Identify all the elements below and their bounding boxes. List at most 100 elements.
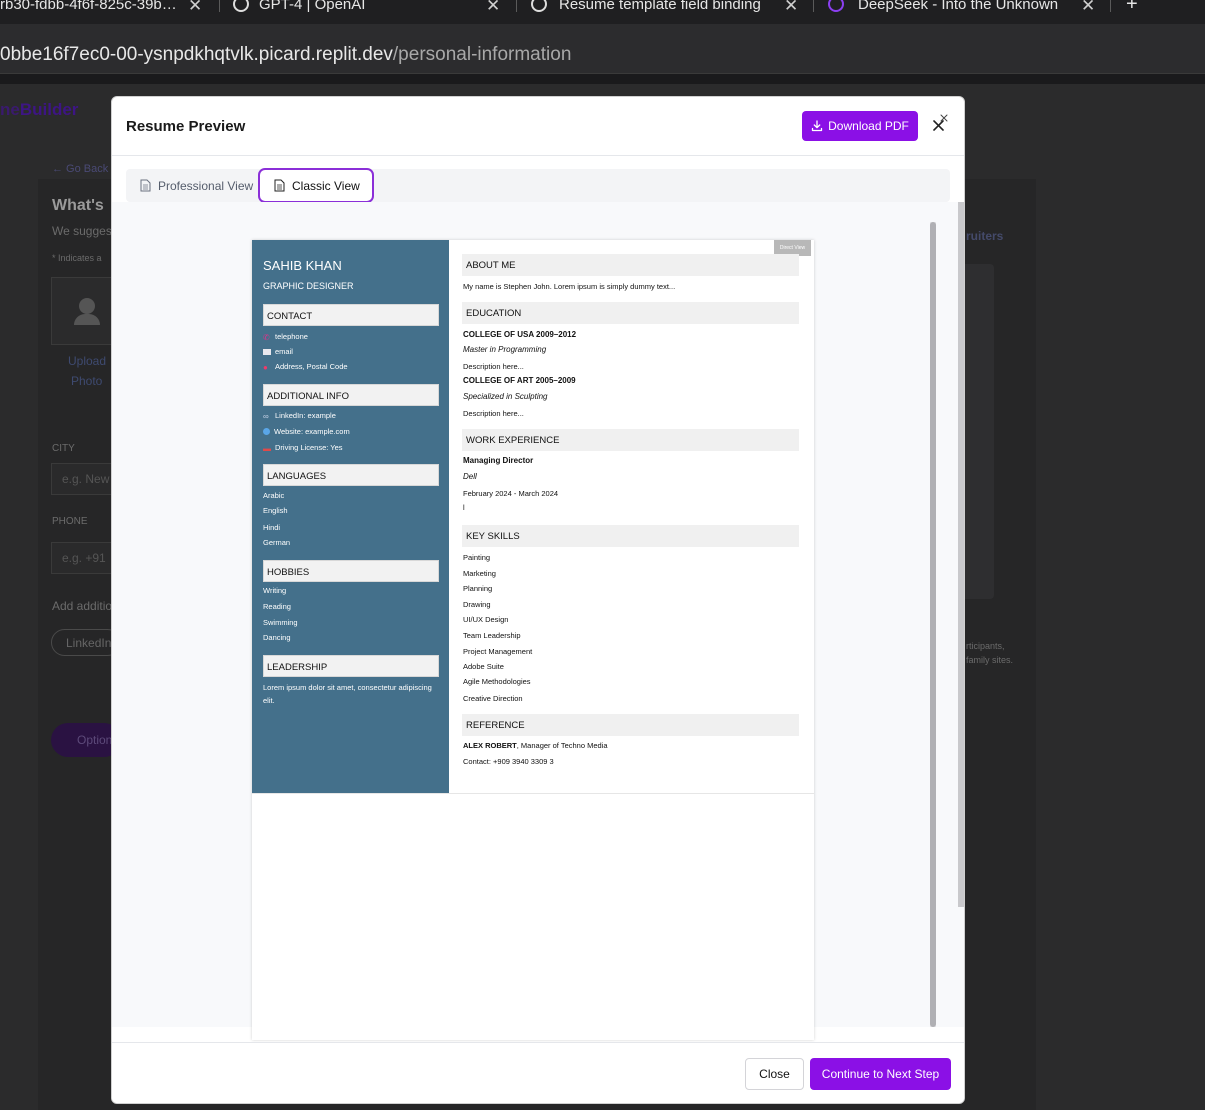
close-icon[interactable]: ✕ [784,0,798,16]
link-icon: ∞ [263,412,269,421]
skill-item: Project Management [463,647,533,656]
tab-title: GPT-4 | OpenAI [259,0,366,13]
close-icon[interactable]: ✕ [188,0,202,16]
reference-name: ALEX ROBERT [463,741,517,750]
languages-heading: LANGUAGES [263,464,439,486]
hobby-item: Swimming [263,618,298,627]
reference-line: ALEX ROBERT, Manager of Techno Media [463,741,608,750]
browser-tab-strip: rb30-fdbb-4f6f-825c-39b… ✕ GPT-4 | OpenA… [0,0,1205,24]
hobby-item: Reading [263,602,291,611]
scrollbar-thumb[interactable] [930,222,936,1027]
tab-title: DeepSeek - Into the Unknown [858,0,1059,13]
resume-preview-modal: Resume Preview Download PDF Professional… [111,96,965,1104]
deepseek-icon [828,0,844,12]
city-label: CITY [52,443,75,454]
upload-photo-link-line2[interactable]: Photo [71,374,102,388]
required-note: * Indicates a [52,253,102,263]
modal-header: Resume Preview Download PDF [112,97,964,156]
additional-item: ∞ LinkedIn: example [263,411,336,421]
resume-document: SAHIB KHAN GRAPHIC DESIGNER CONTACT ✆ tel… [252,240,814,1040]
about-heading: ABOUT ME [462,254,799,276]
openai-icon [233,0,249,12]
download-icon [811,120,823,132]
skill-item: Planning [463,584,493,593]
document-icon [274,179,285,192]
skill-item: Marketing [463,569,496,578]
education-degree: Master in Programming [463,345,547,354]
download-pdf-button[interactable]: Download PDF [802,111,918,141]
skill-item: Drawing [463,600,491,609]
leadership-heading: LEADERSHIP [263,655,439,677]
browser-tab[interactable]: rb30-fdbb-4f6f-825c-39b… ✕ [0,0,202,16]
mail-icon [263,348,271,355]
leadership-text: Lorem ipsum dolor sit amet, consectetur … [263,683,432,705]
education-description: Description here... [463,409,524,418]
modal-footer: Close Continue to Next Step [112,1042,964,1103]
browser-tab[interactable]: GPT-4 | OpenAI ✕ [233,0,500,16]
hobbies-heading: HOBBIES [263,560,439,582]
skill-item: Team Leadership [463,631,521,640]
reference-heading: REFERENCE [462,714,799,736]
education-degree: Specialized in Sculpting [463,392,548,401]
skill-item: UI/UX Design [463,615,509,624]
page-heading: What's [52,197,104,214]
address-bar[interactable]: 0bbe16f7ec0-00-ysnpdkhqtvlk.picard.repli… [0,24,1205,74]
reference-role: , Manager of Techno Media [516,741,608,750]
tab-classic-view[interactable]: Classic View [258,168,374,203]
skill-item: Creative Direction [463,694,523,703]
tab-professional-view[interactable]: Professional View [140,169,253,202]
hobby-item: Dancing [263,633,291,642]
contact-item: email [263,347,293,356]
language-item: English [263,506,288,515]
resume-job-title: GRAPHIC DESIGNER [263,281,354,291]
tab-separator [813,0,814,12]
education-heading: EDUCATION [462,302,799,324]
work-company: Dell [463,472,477,481]
modal-scrollbar[interactable] [958,202,964,907]
about-text: My name is Stephen John. Lorem ipsum is … [463,282,676,291]
go-back-link[interactable]: ← Go Back [52,163,108,175]
page-subtext: We sugges [52,224,112,238]
preview-scroll-area[interactable]: SAHIB KHAN GRAPHIC DESIGNER CONTACT ✆ tel… [112,202,964,1040]
close-icon[interactable]: ✕ [1081,0,1095,16]
upload-photo-link[interactable]: Upload [68,354,106,368]
skills-heading: KEY SKILLS [462,525,799,547]
contact-item: ● Address, Postal Code [263,362,348,372]
tab-title: rb30-fdbb-4f6f-825c-39b… [0,0,177,13]
work-dates: February 2024 - March 2024 [463,489,559,498]
reference-contact: Contact: +909 3940 3309 3 [463,757,554,766]
document-icon [140,179,151,192]
work-heading: WORK EXPERIENCE [462,429,799,451]
modal-close-button[interactable] [928,113,952,137]
skill-item: Agile Methodologies [463,677,531,686]
resume-divider [252,793,814,794]
view-tabs: Professional View Classic View [126,168,950,203]
skill-item: Adobe Suite [463,662,504,671]
recruiters-text: ruiters [966,229,1004,243]
contact-item: ✆ telephone [263,332,308,342]
skill-item: Painting [463,553,491,562]
download-pdf-label: Download PDF [828,119,909,133]
education-school: COLLEGE OF USA 2009–2012 [463,330,577,339]
continue-next-step-button[interactable]: Continue to Next Step [810,1058,951,1090]
tab-label: Classic View [292,178,360,193]
side-card [960,264,994,599]
phone-label: PHONE [52,516,88,527]
new-tab-button[interactable]: + [1126,0,1138,16]
close-button[interactable]: Close [745,1058,804,1090]
resume-main: Direct View ABOUT ME My name is Stephen … [449,240,814,793]
close-icon[interactable]: ✕ [486,0,500,16]
tab-separator [219,0,220,12]
education-description: Description here... [463,362,524,371]
language-item: German [263,538,291,547]
brand-logo: neBuilder [0,100,79,119]
user-icon [79,298,95,314]
preview-scrollbar[interactable] [930,222,936,1027]
browser-tab[interactable]: DeepSeek - Into the Unknown ✕ [828,0,1095,16]
close-icon [933,114,948,131]
resume-name: SAHIB KHAN [263,258,342,273]
additional-item: ▬ Driving License: Yes [263,443,343,453]
side-note: rticipants, [966,641,1005,651]
url-text[interactable]: 0bbe16f7ec0-00-ysnpdkhqtvlk.picard.repli… [0,44,571,66]
browser-tab[interactable]: Resume template field binding ✕ [531,0,798,16]
